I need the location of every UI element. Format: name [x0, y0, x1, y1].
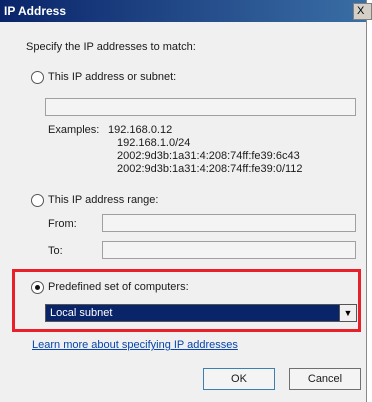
to-label: To:	[48, 245, 63, 257]
radio-single-ip[interactable]	[31, 71, 44, 84]
single-ip-input[interactable]	[45, 98, 356, 116]
example-line: 2002:9d3b:1a31:4:208:74ff:fe39:0/112	[117, 163, 303, 175]
learn-more-link[interactable]: Learn more about specifying IP addresses	[32, 339, 238, 351]
radio-ip-range[interactable]	[31, 194, 44, 207]
range-to-input[interactable]	[102, 241, 356, 259]
chevron-down-icon[interactable]: ▼	[339, 305, 356, 321]
dialog-title: IP Address	[4, 4, 67, 18]
close-button[interactable]: X	[353, 3, 372, 20]
example-line: 192.168.0.12	[108, 124, 173, 136]
examples-label: Examples:	[48, 124, 100, 136]
ip-address-dialog: IP Address X Specify the IP addresses to…	[0, 0, 372, 402]
instruction-text: Specify the IP addresses to match:	[26, 41, 196, 53]
predefined-set-select[interactable]: Local subnet ▼	[45, 304, 357, 322]
range-from-input[interactable]	[102, 214, 356, 232]
ok-button[interactable]: OK	[203, 368, 275, 390]
radio-predefined-set-label: Predefined set of computers:	[48, 281, 189, 293]
radio-single-ip-label: This IP address or subnet:	[48, 71, 177, 83]
from-label: From:	[48, 218, 77, 230]
example-line: 192.168.1.0/24	[117, 137, 191, 149]
title-bar: IP Address X	[0, 0, 372, 22]
predefined-set-selected: Local subnet	[50, 307, 113, 319]
example-line: 2002:9d3b:1a31:4:208:74ff:fe39:6c43	[117, 150, 300, 162]
radio-predefined-set[interactable]	[31, 281, 44, 294]
cancel-button[interactable]: Cancel	[289, 368, 361, 390]
highlight-box	[12, 269, 361, 332]
radio-ip-range-label: This IP address range:	[48, 194, 159, 206]
